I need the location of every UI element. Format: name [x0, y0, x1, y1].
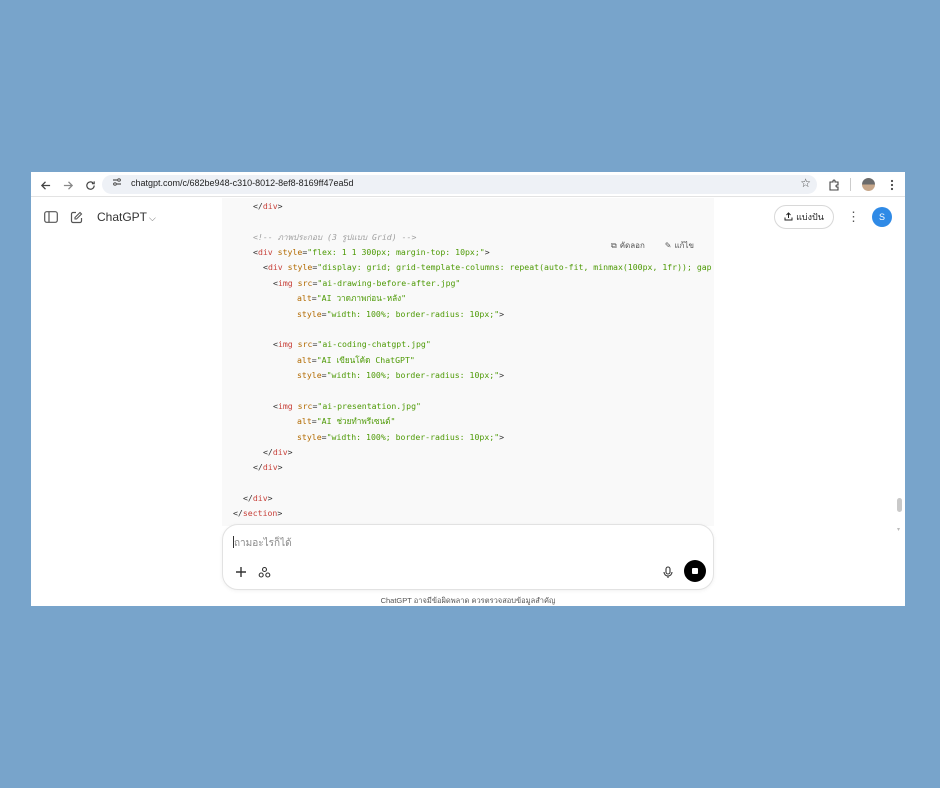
stop-icon	[692, 568, 698, 574]
star-icon[interactable]: ☆	[800, 176, 811, 190]
share-label: แบ่งปัน	[796, 212, 824, 222]
avatar[interactable]: S	[872, 207, 892, 227]
chevron-down-icon: ⌵	[149, 213, 156, 223]
disclaimer-text: ChatGPT อาจมีข้อผิดพลาด ควรตรวจสอบข้อมูล…	[380, 596, 556, 605]
model-name-label: ChatGPT	[97, 210, 148, 224]
share-icon	[784, 211, 793, 223]
stop-button[interactable]	[684, 560, 706, 582]
url-text[interactable]: chatgpt.com/c/682be948-c310-8012-8ef8-81…	[131, 178, 354, 188]
code-comment: <!-- ภาพประกอบ (3 รูปแบบ Grid) -->	[253, 232, 417, 242]
back-icon[interactable]	[37, 177, 53, 193]
edit-label: แก้ไข	[674, 241, 695, 250]
site-info-icon[interactable]	[112, 177, 122, 190]
prompt-input[interactable]: ถามอะไรก็ได้	[234, 536, 292, 551]
microphone-icon[interactable]	[660, 564, 676, 580]
message-composer[interactable]: ถามอะไรก็ได้	[222, 524, 714, 590]
edit-button[interactable]: ✎ แก้ไข	[665, 239, 694, 252]
copy-icon: ⧉	[610, 240, 617, 250]
copy-button[interactable]: ⧉ คัดลอก	[611, 239, 645, 252]
address-bar[interactable]: chatgpt.com/c/682be948-c310-8012-8ef8-81…	[102, 175, 817, 194]
model-selector[interactable]: ChatGPT ⌵	[97, 210, 156, 224]
profile-icon[interactable]	[862, 178, 875, 191]
sidebar-toggle-icon[interactable]	[44, 210, 58, 224]
scrollbar-down-arrow-icon[interactable]: ▾	[897, 526, 900, 533]
menu-icon[interactable]	[884, 177, 900, 193]
code-block: </div> <!-- ภาพประกอบ (3 รูปแบบ Grid) --…	[222, 198, 714, 526]
toolbar-divider	[850, 178, 851, 191]
browser-window: chatgpt.com/c/682be948-c310-8012-8ef8-81…	[31, 172, 905, 606]
new-chat-icon[interactable]	[69, 210, 83, 224]
share-button[interactable]: แบ่งปัน	[774, 205, 834, 229]
tools-icon[interactable]	[256, 564, 272, 580]
copy-label: คัดลอก	[619, 241, 645, 250]
forward-icon[interactable]	[60, 177, 76, 193]
plus-icon[interactable]	[233, 564, 249, 580]
more-options-icon[interactable]: ⋮	[847, 209, 860, 225]
browser-toolbar: chatgpt.com/c/682be948-c310-8012-8ef8-81…	[31, 172, 905, 197]
extensions-icon[interactable]	[826, 177, 842, 193]
code-actions: ⧉ คัดลอก ✎ แก้ไข	[611, 239, 694, 252]
pencil-icon: ✎	[664, 241, 672, 250]
page-scrollbar-thumb[interactable]	[897, 498, 902, 512]
reload-icon[interactable]	[82, 177, 98, 193]
